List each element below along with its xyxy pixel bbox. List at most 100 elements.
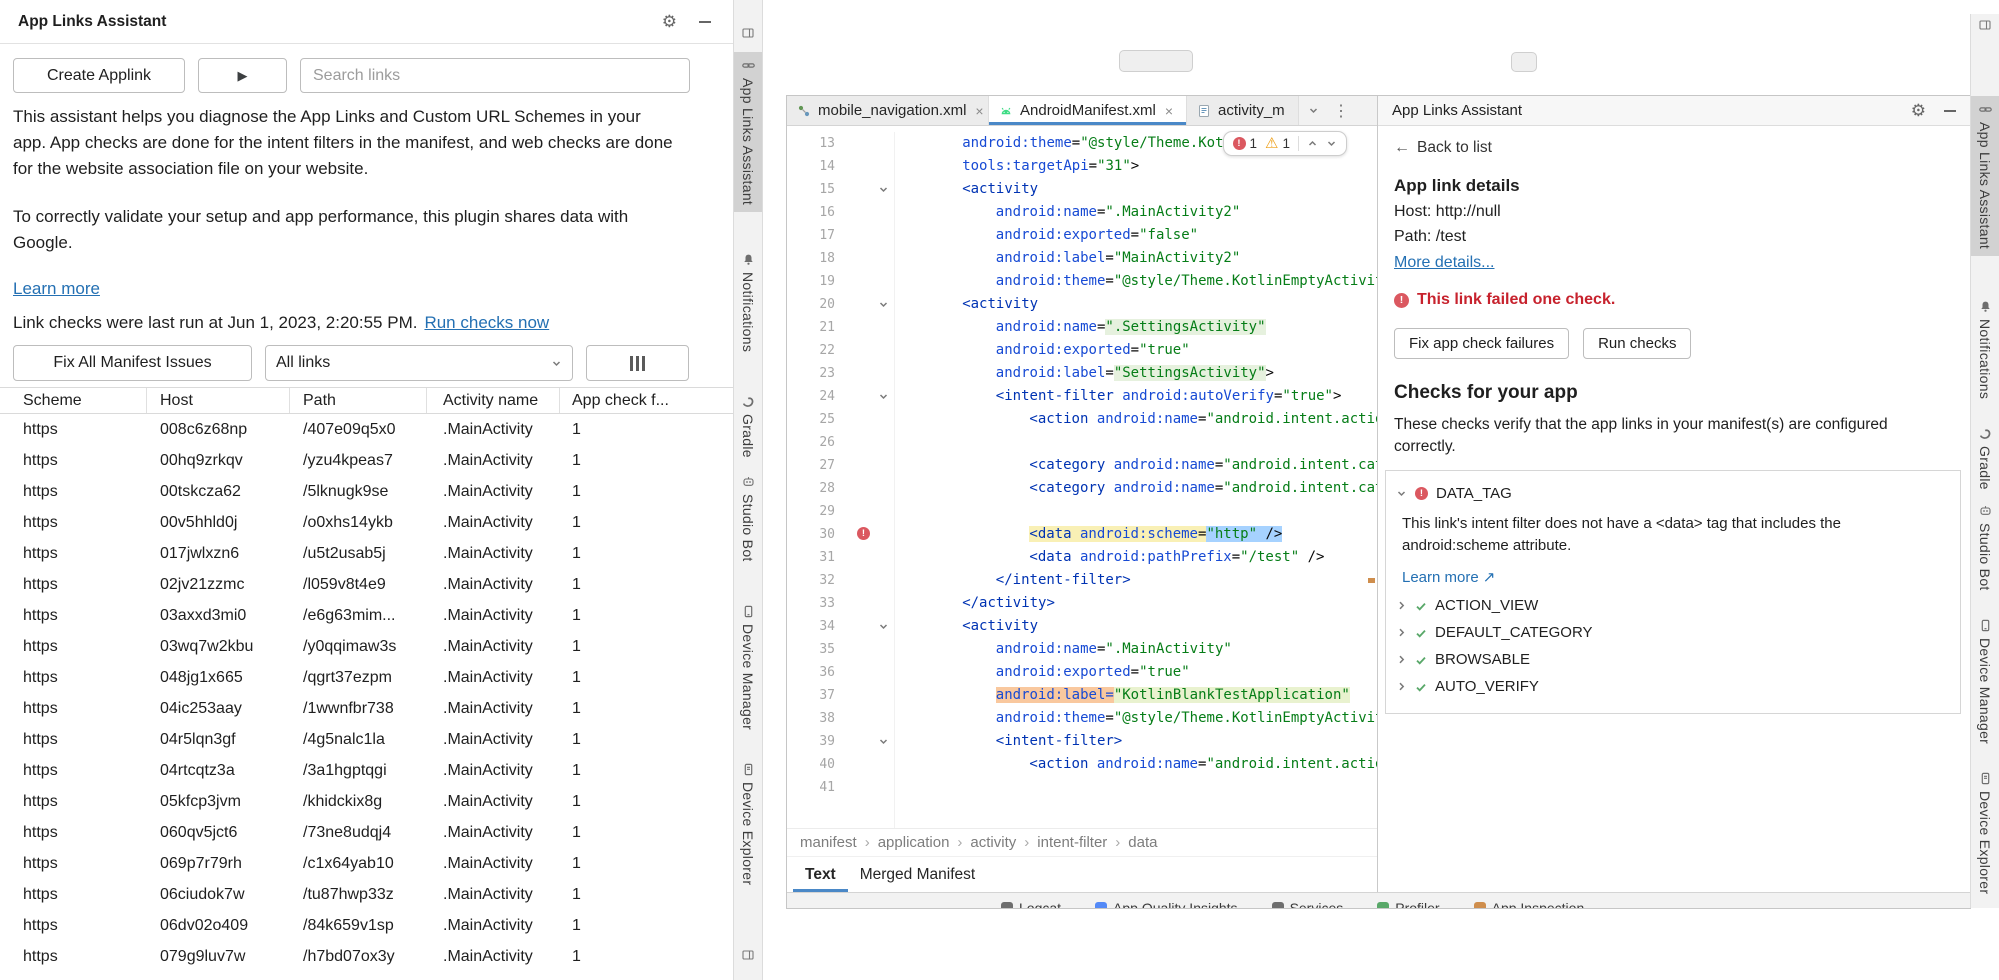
close-tab-icon[interactable]: × (975, 103, 983, 119)
tool-strip-tab-notifications[interactable]: Notifications (734, 246, 762, 359)
bottom-bar-item-app-quality-insights[interactable]: App Quality Insights (1095, 895, 1238, 908)
search-links-input[interactable] (300, 58, 690, 93)
table-row[interactable]: https017jwlxzn6/u5t2usab5j.MainActivity1 (0, 538, 733, 569)
code-line[interactable]: </intent-filter> (895, 569, 1377, 592)
code-line[interactable]: android:name=".SettingsActivity" (895, 316, 1377, 339)
gear-icon[interactable]: ⚙ (1911, 102, 1926, 119)
close-tab-icon[interactable]: × (1165, 103, 1173, 119)
table-row[interactable]: https069p7r79rh/c1x64yab10.MainActivity1 (0, 848, 733, 879)
learn-more-link[interactable]: Learn more (13, 276, 100, 302)
table-row[interactable]: https060qv5jct6/73ne8udqj4.MainActivity1 (0, 817, 733, 848)
table-row[interactable]: https079g9luv7w/h7bd07ox3y.MainActivity1 (0, 941, 733, 972)
code-line[interactable] (895, 776, 1377, 799)
tool-strip-tab-studio-bot[interactable]: Studio Bot (1971, 497, 1999, 598)
links-filter-dropdown[interactable]: All links (265, 345, 573, 381)
breadcrumb-item-activity[interactable]: activity (970, 834, 1016, 851)
code-line[interactable]: <intent-filter android:autoVerify="true"… (895, 385, 1377, 408)
code-editor[interactable]: 131415161718192021222324252627282930!313… (787, 126, 1377, 828)
code-line[interactable] (895, 431, 1377, 454)
editor-tab-mobile-navigation-xml[interactable]: mobile_navigation.xml× (787, 96, 989, 125)
gear-icon[interactable]: ⚙ (662, 13, 677, 30)
code-line[interactable]: android:theme="@style/Theme.KotlinEmptyA… (895, 707, 1377, 730)
tool-strip-tab-gradle[interactable]: Gradle (734, 388, 762, 465)
bottom-bar-item-profiler[interactable]: Profiler (1377, 895, 1439, 908)
tool-strip-tab-app-links-assistant[interactable]: App Links Assistant (1971, 96, 1999, 256)
code-line[interactable]: android:exported="true" (895, 339, 1377, 362)
code-line[interactable]: android:label="SettingsActivity"> (895, 362, 1377, 385)
check-row-auto-verify[interactable]: AUTO_VERIFY (1396, 673, 1948, 700)
bottom-bar-item-app-inspection[interactable]: App Inspection (1474, 895, 1585, 908)
tool-strip-window-icon[interactable] (742, 948, 754, 966)
bottom-bar-item-services[interactable]: Services (1272, 895, 1344, 908)
editor-mode-tab-text[interactable]: Text (793, 857, 848, 892)
next-issue-chevron-icon[interactable] (1326, 138, 1337, 149)
code-line[interactable] (895, 500, 1377, 523)
code-line[interactable]: android:label="MainActivity2" (895, 247, 1377, 270)
previous-issue-chevron-icon[interactable] (1307, 138, 1318, 149)
editor-code-area[interactable]: android:theme="@style/Theme.KotlinEmptoo… (895, 132, 1377, 799)
code-line[interactable]: </activity> (895, 592, 1377, 615)
fold-icon[interactable] (878, 184, 889, 195)
bottom-bar-item-logcat[interactable]: Logcat (1001, 895, 1061, 908)
code-line[interactable]: <intent-filter> (895, 730, 1377, 753)
tool-strip-tab-device-manager[interactable]: Device Manager (1971, 612, 1999, 751)
tab-options-icon[interactable]: ⋮ (1327, 96, 1355, 125)
fold-icon[interactable] (878, 391, 889, 402)
code-line[interactable]: <action android:name="android.intent.act… (895, 408, 1377, 431)
learn-more-link[interactable]: Learn more ↗ (1402, 568, 1495, 586)
fix-all-manifest-issues-button[interactable]: Fix All Manifest Issues (13, 345, 252, 381)
table-row[interactable]: https02jv21zzmc/l059v8t4e9.MainActivity1 (0, 569, 733, 600)
check-row-default-category[interactable]: DEFAULT_CATEGORY (1396, 619, 1948, 646)
code-line[interactable]: <category android:name="android.intent.c… (895, 477, 1377, 500)
check-row-browsable[interactable]: BROWSABLE (1396, 646, 1948, 673)
table-row[interactable]: https03axxd3mi0/e6g63mim....MainActivity… (0, 600, 733, 631)
table-row[interactable]: https06dv02o409/84k659v1sp.MainActivity1 (0, 910, 733, 941)
fix-app-check-failures-button[interactable]: Fix app check failures (1394, 328, 1569, 359)
table-row[interactable]: https04ic253aay/1wwnfbr738.MainActivity1 (0, 693, 733, 724)
code-line[interactable]: <activity (895, 293, 1377, 316)
table-row[interactable]: https00hq9zrkqv/yzu4kpeas7.MainActivity1 (0, 445, 733, 476)
back-to-list-link[interactable]: ← Back to list (1394, 139, 1492, 157)
tool-strip-tab-device-explorer[interactable]: Device Explorer (734, 756, 762, 892)
editor-tab-activity-m[interactable]: activity_m (1187, 96, 1299, 125)
table-row[interactable]: https06ciudok7w/tu87hwp33z.MainActivity1 (0, 879, 733, 910)
table-row[interactable]: https00tskcza62/5lknugk9se.MainActivity1 (0, 476, 733, 507)
editor-mode-tab-merged-manifest[interactable]: Merged Manifest (848, 857, 987, 892)
tool-strip-tab-app-links-assistant[interactable]: App Links Assistant (734, 52, 762, 212)
table-header-path[interactable]: Path (290, 388, 427, 413)
inspection-widget[interactable]: ! 1 ⚠ 1 (1223, 131, 1347, 156)
table-row[interactable]: https048jg1x665/qgrt37ezpm.MainActivity1 (0, 662, 733, 693)
tool-strip-tab-gradle[interactable]: Gradle (1971, 420, 1999, 497)
table-header-host[interactable]: Host (147, 388, 290, 413)
fold-icon[interactable] (878, 621, 889, 632)
breadcrumb-item-intent-filter[interactable]: intent-filter (1037, 834, 1107, 851)
code-line[interactable]: <activity (895, 615, 1377, 638)
minimize-icon[interactable] (1944, 110, 1956, 112)
run-button[interactable]: ▶ (198, 58, 287, 93)
code-line[interactable]: <data android:pathPrefix="/test" /> (895, 546, 1377, 569)
code-line[interactable]: android:exported="false" (895, 224, 1377, 247)
minimize-icon[interactable] (699, 21, 711, 23)
code-line[interactable]: <category android:name="android.intent.c… (895, 454, 1377, 477)
code-line[interactable]: tools:targetApi="31"> (895, 155, 1377, 178)
table-row[interactable]: https05kfcp3jvm/khidckix8g.MainActivity1 (0, 786, 733, 817)
code-line[interactable]: <activity (895, 178, 1377, 201)
error-stripe-mark[interactable] (1368, 578, 1375, 583)
code-line[interactable]: <action android:name="android.intent.act… (895, 753, 1377, 776)
create-applink-button[interactable]: Create Applink (13, 58, 185, 93)
check-row-action-view[interactable]: ACTION_VIEW (1396, 592, 1948, 619)
code-line[interactable]: <data android:scheme="http" /> (895, 523, 1377, 546)
breadcrumb-item-manifest[interactable]: manifest (800, 834, 857, 851)
table-row[interactable]: https04rtcqtz3a/3a1hgptqgi.MainActivity1 (0, 755, 733, 786)
fold-icon[interactable] (878, 299, 889, 310)
table-row[interactable]: https03wq7w2kbu/y0qqimaw3s.MainActivity1 (0, 631, 733, 662)
tool-strip-tab-studio-bot[interactable]: Studio Bot (734, 468, 762, 569)
table-header-activity-name[interactable]: Activity name (427, 388, 560, 413)
code-line[interactable]: android:label="KotlinBlankTestApplicatio… (895, 684, 1377, 707)
code-line[interactable]: android:name=".MainActivity" (895, 638, 1377, 661)
code-line[interactable]: android:theme="@style/Theme.KotlinEmptyA… (895, 270, 1377, 293)
tool-strip-tab-notifications[interactable]: Notifications (1971, 293, 1999, 406)
table-header-scheme[interactable]: Scheme (0, 388, 147, 413)
error-count[interactable]: ! 1 (1233, 136, 1258, 151)
fold-icon[interactable] (878, 736, 889, 747)
